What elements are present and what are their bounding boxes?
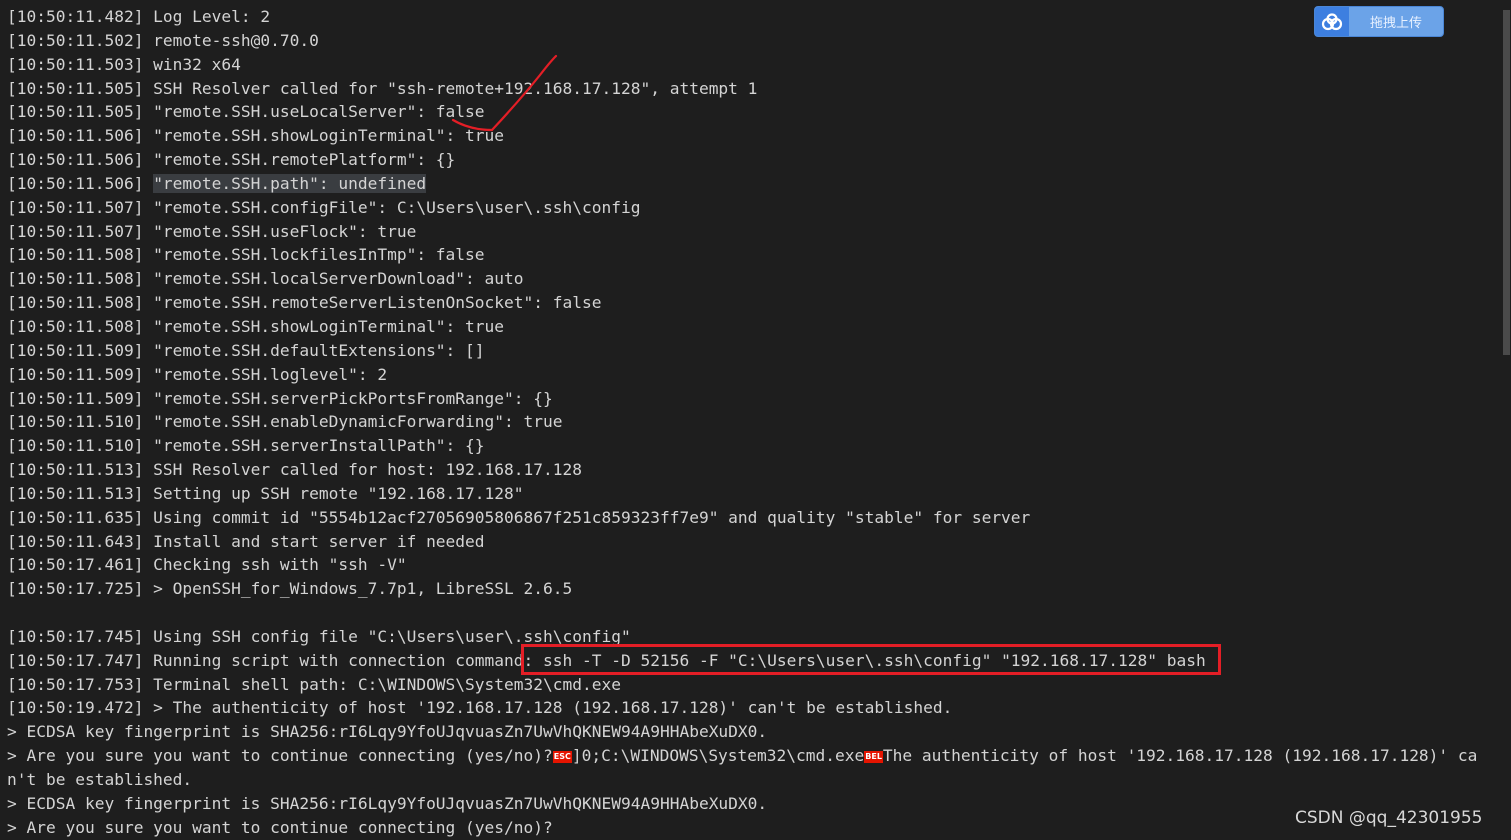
log-line: [10:50:17.725] > OpenSSH_for_Windows_7.7…: [7, 579, 573, 599]
scrollbar-thumb[interactable]: [1503, 10, 1510, 355]
upload-label: 拖拽上传: [1369, 16, 1422, 31]
log-line-prompt: > Are you sure you want to continue conn…: [7, 744, 1497, 792]
cloud-icon: [1315, 7, 1349, 36]
log-line: > ECDSA key fingerprint is SHA256:rI6Lqy…: [7, 722, 768, 742]
log-line: [10:50:11.505] "remote.SSH.useLocalServe…: [7, 102, 485, 122]
log-line: [10:50:11.503] win32 x64: [7, 54, 241, 74]
log-line: > Are you sure you want to continue conn…: [7, 817, 553, 837]
esc-control-char: ESC: [552, 750, 572, 763]
bel-control-char: BEL: [864, 750, 883, 763]
log-line: [10:50:11.509] "remote.SSH.serverPickPor…: [7, 388, 553, 408]
log-line: [10:50:11.509] "remote.SSH.defaultExtens…: [7, 340, 485, 360]
prompt-text: ]0;C:\WINDOWS\System32\cmd.exe: [571, 746, 865, 766]
log-line: [10:50:11.513] Setting up SSH remote "19…: [7, 483, 524, 503]
log-line: [10:50:11.513] SSH Resolver called for h…: [7, 460, 582, 480]
log-line: [10:50:11.643] Install and start server …: [7, 531, 485, 551]
log-line: [10:50:11.506] "remote.SSH.remotePlatfor…: [7, 150, 456, 170]
log-line-path: [10:50:11.506] "remote.SSH.path": undefi…: [7, 172, 1497, 196]
log-line: [10:50:19.472] > The authenticity of hos…: [7, 698, 953, 718]
drag-upload-button[interactable]: 拖拽上传: [1314, 6, 1444, 37]
log-line: [10:50:11.509] "remote.SSH.loglevel": 2: [7, 364, 388, 384]
command-highlight-box: [521, 644, 1221, 675]
log-line: [10:50:11.505] SSH Resolver called for "…: [7, 78, 758, 98]
log-line: [10:50:11.508] "remote.SSH.lockfilesInTm…: [7, 245, 485, 265]
watermark-text: CSDN @qq_42301955: [1295, 808, 1483, 828]
log-line: [10:50:11.508] "remote.SSH.remoteServerL…: [7, 293, 602, 313]
line-timestamp: [10:50:11.506]: [7, 173, 154, 193]
selected-text[interactable]: "remote.SSH.path": undefined: [153, 173, 427, 193]
output-log: [10:50:11.482] Log Level: 2 [10:50:11.50…: [7, 5, 1497, 837]
log-line: [10:50:17.461] Checking ssh with "ssh -V…: [7, 555, 407, 575]
log-line: [10:50:11.510] "remote.SSH.enableDynamic…: [7, 412, 563, 432]
log-line: [10:50:11.508] "remote.SSH.showLoginTerm…: [7, 316, 505, 336]
prompt-text: > Are you sure you want to continue conn…: [7, 746, 553, 766]
log-line: [10:50:11.502] remote-ssh@0.70.0: [7, 30, 319, 50]
log-line: [10:50:11.508] "remote.SSH.localServerDo…: [7, 269, 524, 289]
log-line: [10:50:11.510] "remote.SSH.serverInstall…: [7, 436, 485, 456]
vertical-scrollbar[interactable]: [1501, 0, 1511, 840]
log-line: [10:50:11.635] Using commit id "5554b12a…: [7, 507, 1031, 527]
log-line: > ECDSA key fingerprint is SHA256:rI6Lqy…: [7, 793, 768, 813]
log-line: [10:50:11.507] "remote.SSH.useFlock": tr…: [7, 221, 417, 241]
log-line: [10:50:11.506] "remote.SSH.showLoginTerm…: [7, 126, 505, 146]
log-line: [10:50:11.482] Log Level: 2: [7, 7, 271, 26]
log-line: [10:50:17.753] Terminal shell path: C:\W…: [7, 674, 621, 694]
log-line: [10:50:11.507] "remote.SSH.configFile": …: [7, 197, 641, 217]
line-prefix: [10:50:17.747] Running script with conne…: [7, 650, 544, 670]
